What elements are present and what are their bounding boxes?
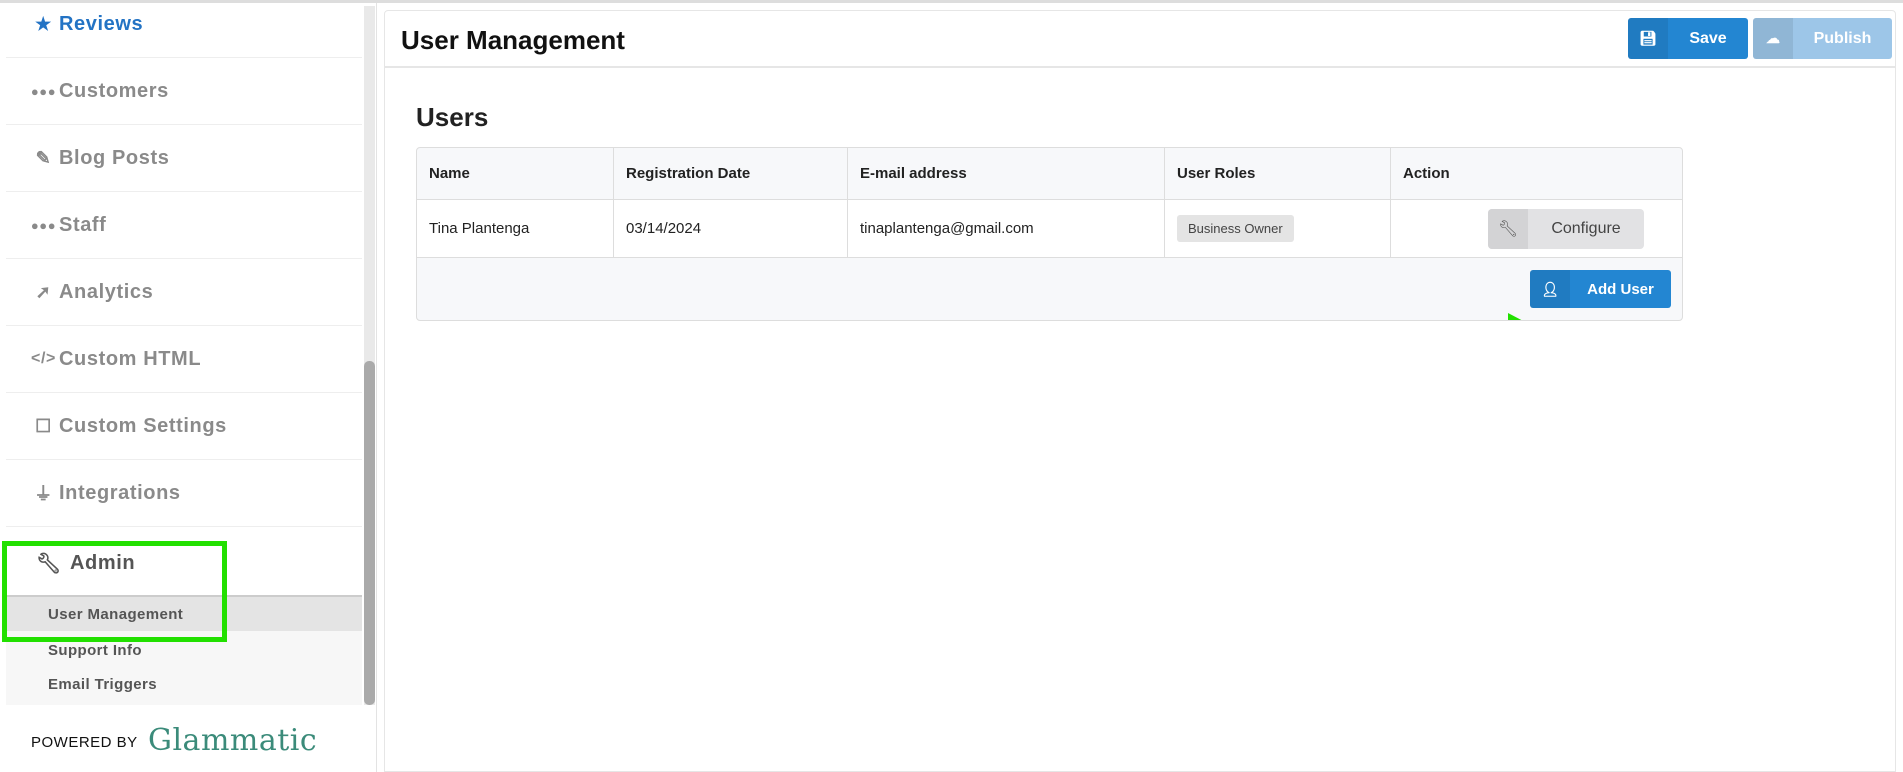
user-roles-cell: Business Owner: [1165, 200, 1391, 257]
table-header: Name Registration Date E-mail address Us…: [417, 148, 1682, 200]
sidebar-item-label: Reviews: [59, 12, 144, 35]
save-button[interactable]: 💾︎ Save: [1628, 18, 1748, 59]
page-header: User Management 💾︎ Save ☁ Publish: [385, 11, 1895, 68]
sidebar-item-reviews[interactable]: ★ Reviews: [6, 0, 362, 58]
sidebar-item-label: Customers: [59, 79, 169, 102]
wrench-icon: 🔧︎: [1488, 209, 1528, 249]
users-icon: ●●●: [30, 83, 57, 99]
sidebar-item-label: Custom Settings: [59, 414, 227, 437]
sidebar-item-blog-posts[interactable]: ✎ Blog Posts: [6, 125, 362, 192]
sidebar: ★ Reviews ●●● Customers ✎ Blog Posts ●●● Sta…: [0, 3, 377, 772]
sidebar-item-label: Integrations: [59, 481, 181, 504]
green-arrow-annotation: [1508, 313, 1522, 320]
sidebar-item-label: Analytics: [59, 280, 154, 303]
sidebar-item-label: Staff: [59, 213, 107, 236]
user-name: Tina Plantenga: [417, 200, 614, 257]
brand-logo: Glammatic: [148, 723, 318, 758]
page-title: User Management: [401, 25, 625, 55]
save-label: Save: [1689, 29, 1727, 47]
column-header: User Roles: [1165, 148, 1391, 199]
publish-label: Publish: [1813, 29, 1872, 47]
cloud-upload-icon: ☁: [1753, 18, 1793, 59]
sidebar-item-custom-settings[interactable]: ☐ Custom Settings: [6, 393, 362, 460]
sidebar-item-analytics[interactable]: ➚ Analytics: [6, 259, 362, 326]
sidebar-item-custom-html[interactable]: </> Custom HTML: [6, 326, 362, 393]
sidebar-item-label: Custom HTML: [59, 347, 202, 370]
column-header: Registration Date: [614, 148, 848, 199]
user-icon: 👤︎: [1530, 270, 1570, 308]
rocket-icon: ➚: [35, 281, 52, 302]
registration-date: 03/14/2024: [614, 200, 848, 257]
pencil-icon: ✎: [35, 147, 52, 168]
floppy-disk-icon: 💾︎: [1628, 18, 1668, 59]
code-icon: </>: [31, 350, 56, 367]
add-user-label: Add User: [1587, 280, 1654, 298]
users-heading: Users: [416, 102, 489, 132]
add-user-button[interactable]: 👤︎ Add User: [1530, 270, 1671, 308]
sidebar-item-staff[interactable]: ●●● Staff: [6, 192, 362, 259]
sidebar-item-customers[interactable]: ●●● Customers: [6, 58, 362, 125]
star-icon: ★: [35, 13, 52, 34]
user-email: tinaplantenga@gmail.com: [848, 200, 1165, 257]
configure-label: Configure: [1551, 220, 1621, 237]
users-icon: ●●●: [30, 217, 57, 233]
scrollbar-thumb[interactable]: [364, 361, 375, 705]
sidebar-item-integrations[interactable]: ⏚ Integrations: [6, 460, 362, 527]
column-header: Name: [417, 148, 614, 199]
sticky-note-icon: ☐: [35, 415, 52, 436]
submenu-item-email-triggers[interactable]: Email Triggers: [6, 667, 362, 701]
publish-button[interactable]: ☁ Publish: [1753, 18, 1892, 59]
users-table: Name Registration Date E-mail address Us…: [416, 147, 1683, 321]
column-header: E-mail address: [848, 148, 1165, 199]
plug-icon: ⏚: [34, 484, 53, 504]
column-header: Action: [1403, 165, 1450, 182]
main-panel: User Management 💾︎ Save ☁ Publish Users Na…: [384, 10, 1896, 772]
powered-by-label: POWERED BY: [31, 734, 138, 751]
highlight-box: [2, 541, 227, 642]
role-badge: Business Owner: [1177, 215, 1294, 242]
sidebar-item-label: Blog Posts: [59, 146, 170, 169]
configure-button[interactable]: 🔧︎ Configure: [1488, 209, 1644, 249]
